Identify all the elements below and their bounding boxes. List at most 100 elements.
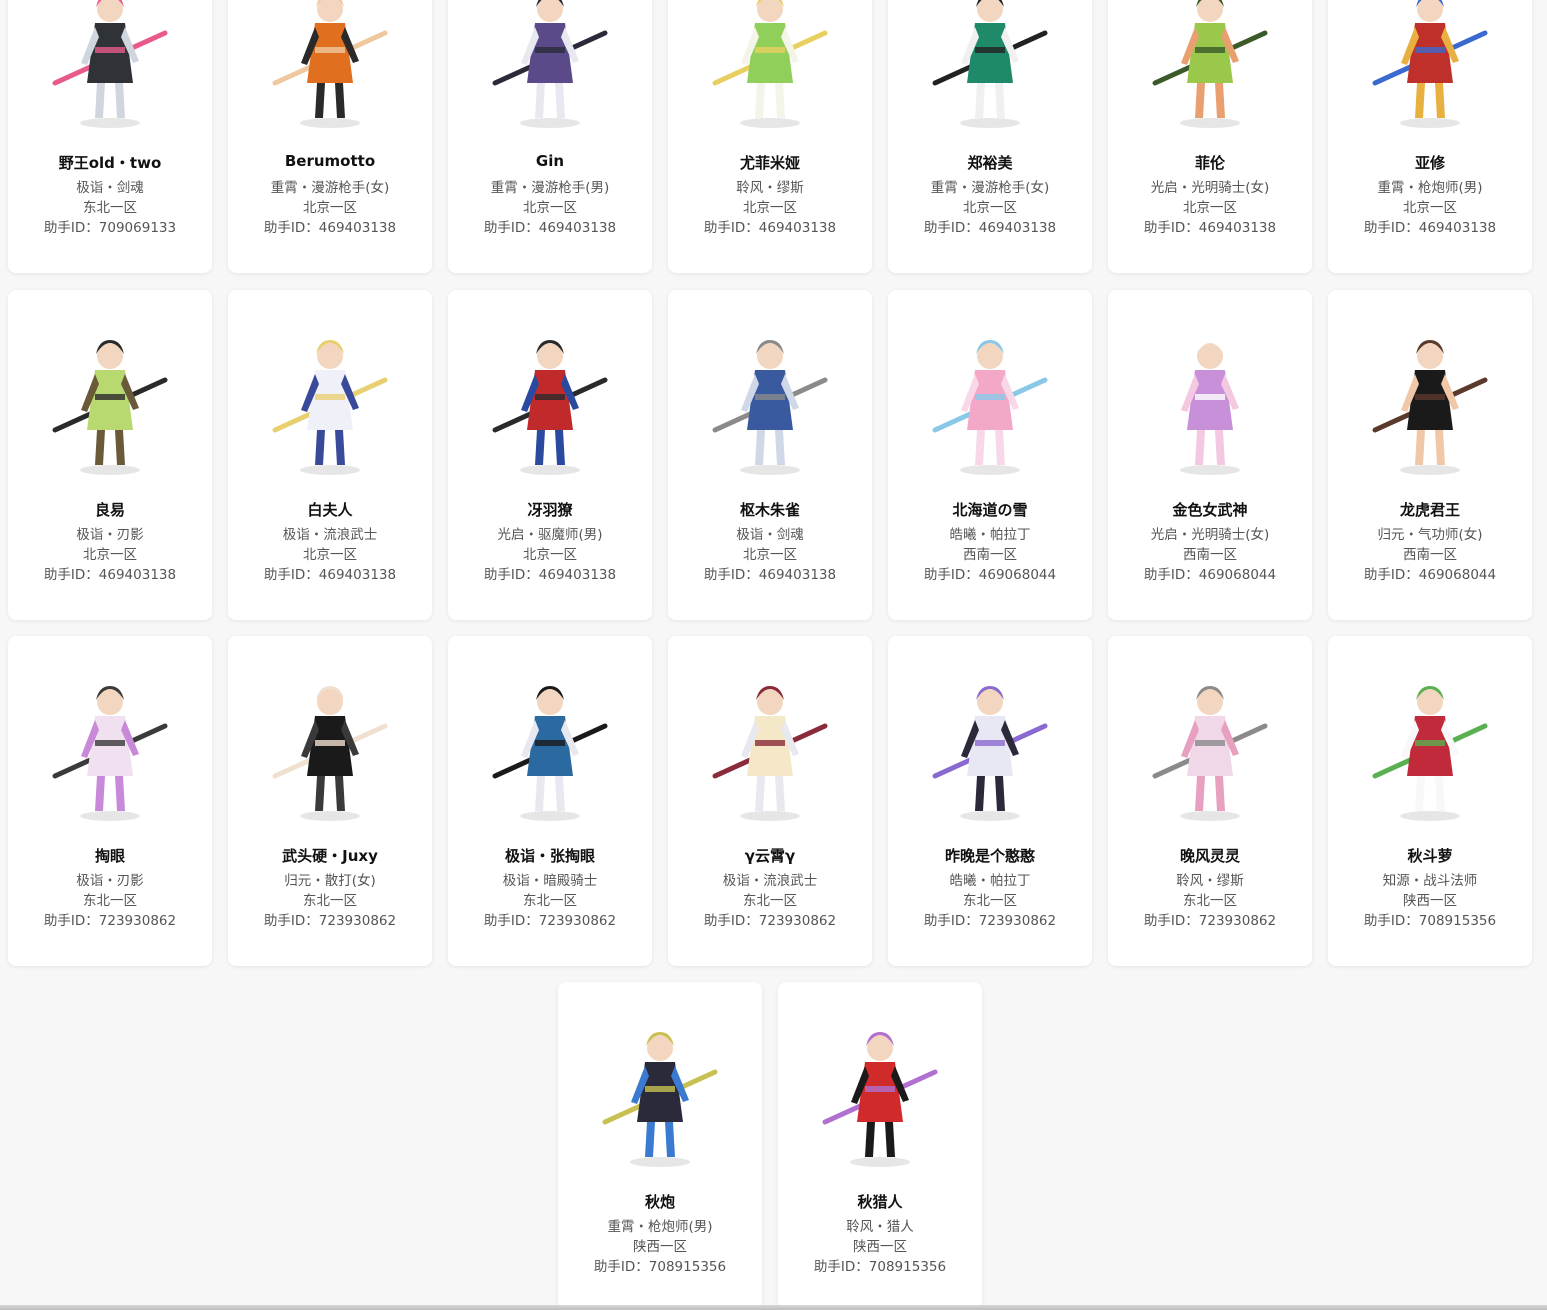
helper-id-value: 469403138	[538, 567, 617, 583]
helper-id-value: 469403138	[758, 567, 837, 583]
helper-id-value: 723930862	[978, 913, 1057, 929]
character-card[interactable]: Gin 重霄・漫游枪手(男) 北京一区 助手ID：469403138	[448, 0, 652, 273]
character-server: 陕西一区	[633, 1239, 687, 1255]
character-name: 郑裕美	[967, 154, 1013, 172]
helper-id-label: 助手ID：	[483, 220, 539, 236]
character-helper-id: 助手ID：469068044	[1328, 563, 1532, 583]
character-helper-id: 助手ID：469403138	[1108, 216, 1312, 236]
character-card[interactable]: 郑裕美 重霄・漫游枪手(女) 北京一区 助手ID：469403138	[888, 0, 1092, 273]
helper-id-label: 助手ID：	[263, 567, 319, 583]
helper-id-value: 469068044	[1198, 567, 1277, 583]
character-portrait-image	[8, 310, 212, 490]
character-helper-id: 助手ID：469403138	[448, 216, 652, 236]
character-helper-id: 助手ID：469068044	[888, 563, 1092, 583]
character-portrait-image	[888, 310, 1092, 490]
character-job: 光启・驱魔师(男)	[497, 527, 603, 543]
character-server: 陕西一区	[1403, 893, 1457, 909]
character-server: 西南一区	[1183, 547, 1237, 563]
horizontal-scrollbar[interactable]	[0, 1305, 1547, 1310]
character-portrait-image	[1328, 656, 1532, 836]
character-card[interactable]: 晚风灵灵 聆风・缪斯 东北一区 助手ID：723930862	[1108, 636, 1312, 966]
character-card[interactable]: 秋猎人 聆风・猎人 陕西一区 助手ID：708915356	[778, 982, 982, 1310]
character-card[interactable]: 白夫人 极诣・流浪武士 北京一区 助手ID：469403138	[228, 290, 432, 620]
character-portrait-image	[228, 0, 432, 143]
helper-id-value: 469403138	[318, 220, 397, 236]
helper-id-label: 助手ID：	[263, 220, 319, 236]
helper-id-value: 723930862	[538, 913, 617, 929]
helper-id-value: 469068044	[1418, 567, 1497, 583]
character-portrait-image	[1108, 0, 1312, 143]
character-server: 北京一区	[303, 200, 357, 216]
character-helper-id: 助手ID：469403138	[228, 563, 432, 583]
character-server: 东北一区	[963, 893, 1017, 909]
character-name: 野王old・two	[58, 154, 162, 172]
character-card[interactable]: 尤菲米娅 聆风・缪斯 北京一区 助手ID：469403138	[668, 0, 872, 273]
helper-id-value: 708915356	[868, 1259, 947, 1275]
character-server: 北京一区	[1183, 200, 1237, 216]
helper-id-label: 助手ID：	[1143, 220, 1199, 236]
character-job: 极诣・刃影	[76, 527, 144, 543]
character-card[interactable]: 昨晚是个憨憨 皓曦・帕拉丁 东北一区 助手ID：723930862	[888, 636, 1092, 966]
character-job: 极诣・暗殿骑士	[502, 873, 598, 889]
helper-id-value: 469068044	[978, 567, 1057, 583]
helper-id-label: 助手ID：	[593, 1259, 649, 1275]
character-portrait-image	[558, 1002, 762, 1182]
character-card[interactable]: γ云霄γ 极诣・流浪武士 东北一区 助手ID：723930862	[668, 636, 872, 966]
character-name: 掏眼	[94, 847, 125, 865]
character-name: 秋炮	[644, 1193, 675, 1211]
helper-id-label: 助手ID：	[923, 913, 979, 929]
character-job: 极诣・流浪武士	[282, 527, 378, 543]
character-portrait-image	[1328, 0, 1532, 143]
helper-id-label: 助手ID：	[1363, 913, 1419, 929]
character-card[interactable]: 金色女武神 光启・光明骑士(女) 西南一区 助手ID：469068044	[1108, 290, 1312, 620]
character-helper-id: 助手ID：469403138	[668, 563, 872, 583]
character-helper-id: 助手ID：469068044	[1108, 563, 1312, 583]
character-card[interactable]: 北海道の雪 皓曦・帕拉丁 西南一区 助手ID：469068044	[888, 290, 1092, 620]
helper-id-label: 助手ID：	[1143, 913, 1199, 929]
character-name: 冴羽獠	[527, 501, 573, 519]
character-helper-id: 助手ID：469403138	[1328, 216, 1532, 236]
character-name: 尤菲米娅	[739, 154, 800, 172]
character-card[interactable]: 冴羽獠光启・驱魔师(男) 北京一区助手ID：469403138	[448, 290, 652, 620]
character-name: 亚修	[1414, 154, 1445, 172]
character-portrait-image	[668, 656, 872, 836]
character-portrait-image	[778, 1002, 982, 1182]
helper-id-label: 助手ID：	[483, 913, 539, 929]
character-job: 极诣・剑魂	[736, 527, 804, 543]
character-helper-id: 助手ID：708915356	[1328, 909, 1532, 929]
character-name: 极诣・张掏眼	[504, 847, 595, 865]
character-card[interactable]: 野王old・two 极诣・剑魂 东北一区 助手ID：709069133	[8, 0, 212, 273]
character-card[interactable]: 秋炮 重霄・枪炮师(男) 陕西一区 助手ID：708915356	[558, 982, 762, 1310]
character-grid: 野王old・two 极诣・剑魂 东北一区 助手ID：709069133 Berumott…	[0, 0, 1547, 1310]
character-card[interactable]: 亚修 重霄・枪炮师(男) 北京一区 助手ID：469403138	[1328, 0, 1532, 273]
character-card[interactable]: 武头硬・Juxy 归元・散打(女) 东北一区 助手ID：723930862	[228, 636, 432, 966]
character-helper-id: 助手ID：708915356	[778, 1255, 982, 1275]
character-name: 武头硬・Juxy	[282, 847, 378, 865]
character-portrait-image	[1108, 310, 1312, 490]
character-job: 光启・光明骑士(女)	[1150, 180, 1270, 196]
character-card[interactable]: 龙虎君王 归元・气功师(女) 西南一区 助手ID：469068044	[1328, 290, 1532, 620]
character-card[interactable]: 掏眼 极诣・刃影 东北一区 助手ID：723930862	[8, 636, 212, 966]
helper-id-label: 助手ID：	[923, 567, 979, 583]
helper-id-label: 助手ID：	[813, 1259, 869, 1275]
helper-id-label: 助手ID：	[483, 567, 539, 583]
helper-id-value: 723930862	[98, 913, 177, 929]
character-job: 归元・散打(女)	[284, 873, 376, 889]
character-card[interactable]: Berumotto 重霄・漫游枪手(女) 北京一区 助手ID：469403138	[228, 0, 432, 273]
character-card[interactable]: 良易 极诣・刃影 北京一区 助手ID：469403138	[8, 290, 212, 620]
character-name: 秋猎人	[857, 1193, 903, 1211]
character-server: 北京一区	[963, 200, 1017, 216]
character-server: 北京一区	[523, 547, 577, 563]
character-job: 聆风・猎人	[846, 1219, 914, 1235]
character-helper-id: 助手ID：723930862	[668, 909, 872, 929]
character-job: 聆风・缪斯	[1176, 873, 1244, 889]
character-card[interactable]: 菲伦 光启・光明骑士(女) 北京一区 助手ID：469403138	[1108, 0, 1312, 273]
character-name: 龙虎君王	[1399, 501, 1460, 519]
character-card[interactable]: 秋斗萝 知源・战斗法师 陕西一区 助手ID：708915356	[1328, 636, 1532, 966]
character-server: 东北一区	[743, 893, 797, 909]
character-card[interactable]: 极诣・张掏眼 极诣・暗殿骑士 东北一区 助手ID：723930862	[448, 636, 652, 966]
character-portrait-image	[448, 0, 652, 143]
character-card[interactable]: 枢木朱雀 极诣・剑魂 北京一区 助手ID：469403138	[668, 290, 872, 620]
character-name: 昨晚是个憨憨	[944, 847, 1035, 865]
character-portrait-image	[888, 0, 1092, 143]
